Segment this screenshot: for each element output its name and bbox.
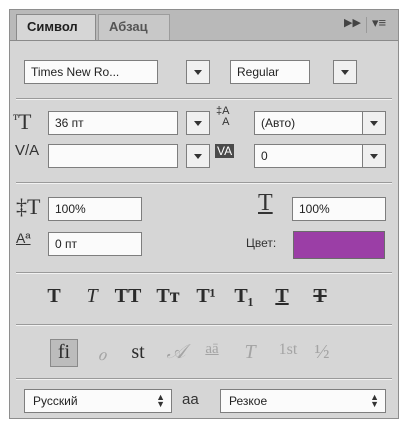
chevron-down-icon — [194, 154, 202, 159]
underline-button[interactable]: T — [268, 285, 296, 308]
tab-divider — [366, 17, 367, 33]
contextual-alternates-button[interactable]: ℴ — [88, 341, 116, 366]
all-caps-button[interactable]: TT — [114, 285, 142, 308]
leading-dropdown[interactable] — [362, 111, 386, 135]
tab-character[interactable]: Символ — [16, 14, 96, 40]
font-size-icon: T — [18, 109, 32, 134]
leading-icon: ‡A A — [216, 105, 230, 128]
kerning-dropdown[interactable] — [186, 144, 210, 168]
antialias-select[interactable]: Резкое ▲ ▼ — [220, 389, 386, 413]
stepper-arrows-icon: ▲ ▼ — [156, 392, 165, 409]
antialias-value: Резкое — [229, 394, 268, 408]
strikethrough-button[interactable]: T — [306, 285, 334, 308]
language-select[interactable]: Русский ▲ ▼ — [24, 389, 172, 413]
antialias-icon: aa — [182, 391, 199, 408]
baseline-shift-icon: Aª — [16, 230, 31, 246]
color-swatch[interactable] — [293, 231, 385, 259]
discretionary-ligatures-button[interactable]: st — [124, 341, 152, 364]
divider — [16, 183, 392, 184]
font-family-field[interactable]: Times New Ro... — [24, 60, 158, 84]
vertical-scale-icon: ‡T — [16, 194, 41, 219]
chevron-down-icon — [370, 154, 378, 159]
vertical-scale-field[interactable]: 100% — [48, 197, 142, 221]
panel-menu-icon[interactable]: ▾≡ — [372, 15, 386, 31]
chevron-down-icon — [194, 121, 202, 126]
tab-paragraph[interactable]: Абзац — [98, 14, 170, 40]
tracking-dropdown[interactable] — [362, 144, 386, 168]
horizontal-scale-icon: T — [258, 190, 273, 216]
tracking-field[interactable]: 0 — [254, 144, 364, 168]
color-label: Цвет: — [246, 236, 277, 250]
kerning-field[interactable] — [48, 144, 178, 168]
faux-bold-button[interactable]: T — [40, 285, 68, 308]
fractions-button[interactable]: ½ — [308, 341, 336, 364]
subscript-button[interactable]: T₁ — [230, 285, 258, 308]
stepper-arrows-icon: ▲ ▼ — [370, 392, 379, 409]
titling-alternates-button[interactable]: T — [236, 341, 264, 364]
baseline-shift-field[interactable]: 0 пт — [48, 232, 142, 256]
leading-field[interactable]: (Авто) — [254, 111, 364, 135]
font-style-dropdown[interactable] — [333, 60, 357, 84]
standard-ligatures-button[interactable]: fi — [50, 341, 78, 364]
horizontal-scale-field[interactable]: 100% — [292, 197, 386, 221]
font-style-field[interactable]: Regular — [230, 60, 310, 84]
small-caps-button[interactable]: Tт — [154, 285, 182, 308]
font-size-dropdown[interactable] — [186, 111, 210, 135]
tab-bar: Символ Абзац ▶▶ ▾≡ — [10, 10, 398, 41]
chevron-down-icon — [370, 121, 378, 126]
divider — [16, 379, 392, 380]
chevron-down-icon — [341, 70, 349, 75]
kerning-icon: V/A — [15, 142, 40, 159]
stylistic-alternates-button[interactable]: aā — [198, 341, 226, 358]
faux-italic-button[interactable]: T — [78, 285, 106, 308]
divider — [16, 273, 392, 274]
tracking-icon: VA — [215, 144, 235, 158]
language-value: Русский — [33, 394, 78, 408]
font-size-field[interactable]: 36 пт — [48, 111, 178, 135]
divider — [16, 325, 392, 326]
superscript-button[interactable]: T¹ — [192, 285, 220, 308]
font-family-dropdown[interactable] — [186, 60, 210, 84]
chevron-down-icon — [194, 70, 202, 75]
ordinals-button[interactable]: 1st — [274, 341, 302, 359]
swash-button[interactable]: 𝒜 — [162, 341, 190, 364]
double-arrow-icon[interactable]: ▶▶ — [344, 16, 361, 29]
divider — [16, 99, 392, 100]
character-panel: Символ Абзац ▶▶ ▾≡ Times New Ro... Regul… — [9, 9, 399, 419]
font-size-small-t-icon: т — [13, 109, 19, 123]
